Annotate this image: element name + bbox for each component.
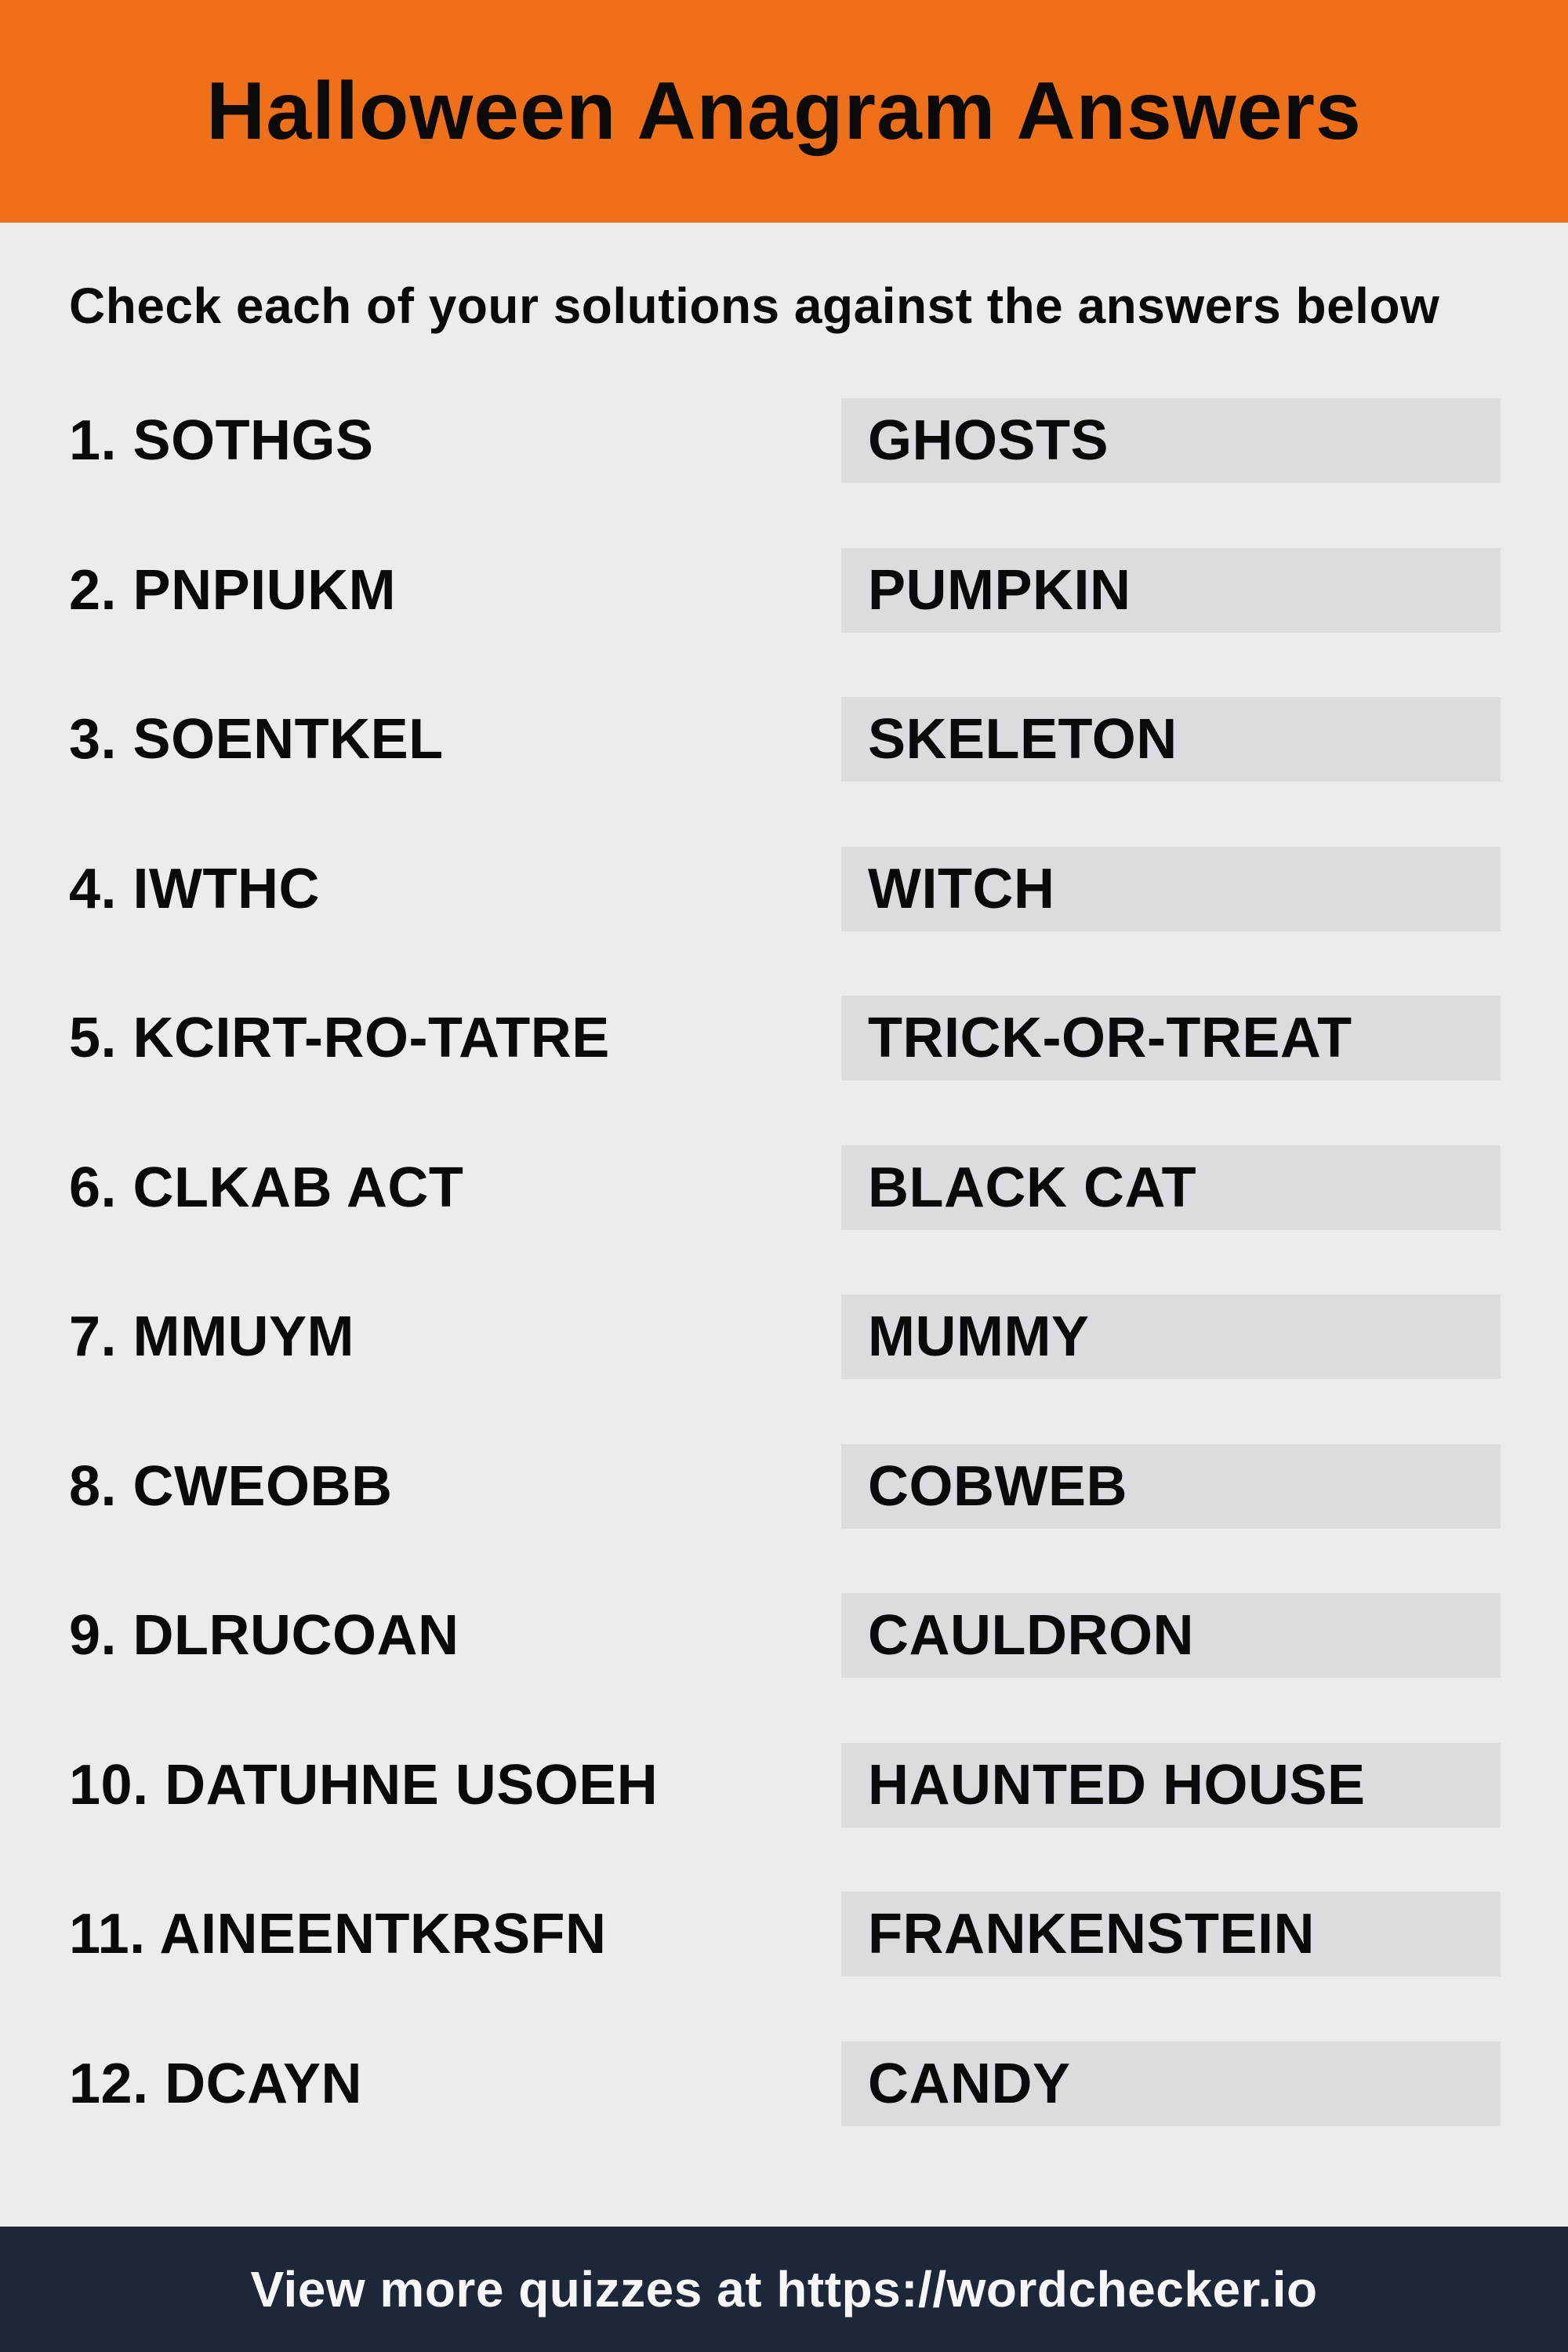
answer-row: 11. AINEENTKRSFN FRANKENSTEIN [0, 1892, 1568, 1976]
anagram-clue: 3. SOENTKEL [69, 708, 444, 771]
answer-row: 8. CWEOBB COBWEB [0, 1443, 1568, 1529]
answer-box: COBWEB [841, 1443, 1501, 1529]
answer-box: FRANKENSTEIN [841, 1892, 1501, 1976]
answer-box: SKELETON [841, 697, 1501, 782]
anagram-clue: 6. CLKAB ACT [69, 1156, 464, 1219]
answer-text: CAULDRON [868, 1604, 1194, 1667]
answer-box: HAUNTED HOUSE [841, 1742, 1501, 1828]
answer-row: 10. DATUHNE USOEH HAUNTED HOUSE [0, 1742, 1568, 1828]
page-title: Halloween Anagram Answers [206, 66, 1362, 157]
answer-row: 2. PNPIUKM PUMPKIN [0, 547, 1568, 633]
answer-text: FRANKENSTEIN [868, 1903, 1316, 1965]
answer-box: MUMMY [841, 1294, 1501, 1379]
answer-row: 12. DCAYN CANDY [0, 2041, 1568, 2126]
answer-box: BLACK CAT [841, 1145, 1501, 1230]
answer-text: PUMPKIN [868, 558, 1131, 622]
answer-text: CANDY [868, 2052, 1071, 2115]
instructions-text: Check each of your solutions against the… [69, 278, 1440, 334]
anagram-clue: 1. SOTHGS [69, 409, 374, 472]
answer-row: 4. IWTHC WITCH [0, 846, 1568, 931]
anagram-clue: 10. DATUHNE USOEH [69, 1753, 659, 1817]
anagram-clue: 2. PNPIUKM [69, 558, 397, 622]
answer-box: PUMPKIN [841, 547, 1501, 633]
answer-text: HAUNTED HOUSE [868, 1753, 1366, 1817]
answer-box: GHOSTS [841, 398, 1501, 483]
answer-row: 9. DLRUCOAN CAULDRON [0, 1593, 1568, 1678]
footer-link-text[interactable]: View more quizzes at https://wordchecker… [250, 2264, 1317, 2314]
anagram-clue: 11. AINEENTKRSFN [69, 1903, 607, 1965]
footer-banner: View more quizzes at https://wordchecker… [0, 2227, 1568, 2352]
answer-text: GHOSTS [868, 409, 1109, 472]
answer-row: 5. KCIRT-RO-TATRE TRICK-OR-TREAT [0, 996, 1568, 1080]
anagram-clue: 4. IWTHC [69, 857, 320, 920]
answer-row: 7. MMUYM MUMMY [0, 1294, 1568, 1379]
answer-box: TRICK-OR-TREAT [841, 996, 1501, 1080]
answer-text: MUMMY [868, 1305, 1090, 1368]
answer-row: 6. CLKAB ACT BLACK CAT [0, 1145, 1568, 1230]
answer-text: WITCH [868, 857, 1055, 920]
answer-row: 1. SOTHGS GHOSTS [0, 398, 1568, 483]
answer-box: CAULDRON [841, 1593, 1501, 1678]
anagram-clue: 8. CWEOBB [69, 1454, 393, 1518]
header-banner: Halloween Anagram Answers [0, 0, 1568, 223]
answer-box: CANDY [841, 2041, 1501, 2126]
answer-text: BLACK CAT [868, 1156, 1197, 1219]
answer-text: COBWEB [868, 1454, 1127, 1518]
anagram-clue: 9. DLRUCOAN [69, 1604, 459, 1667]
anagram-clue: 12. DCAYN [69, 2052, 362, 2115]
answer-text: SKELETON [868, 708, 1178, 771]
answer-row: 3. SOENTKEL SKELETON [0, 697, 1568, 782]
answer-box: WITCH [841, 846, 1501, 931]
anagram-clue: 5. KCIRT-RO-TATRE [69, 1007, 610, 1069]
answer-text: TRICK-OR-TREAT [868, 1007, 1352, 1069]
anagram-clue: 7. MMUYM [69, 1305, 354, 1368]
